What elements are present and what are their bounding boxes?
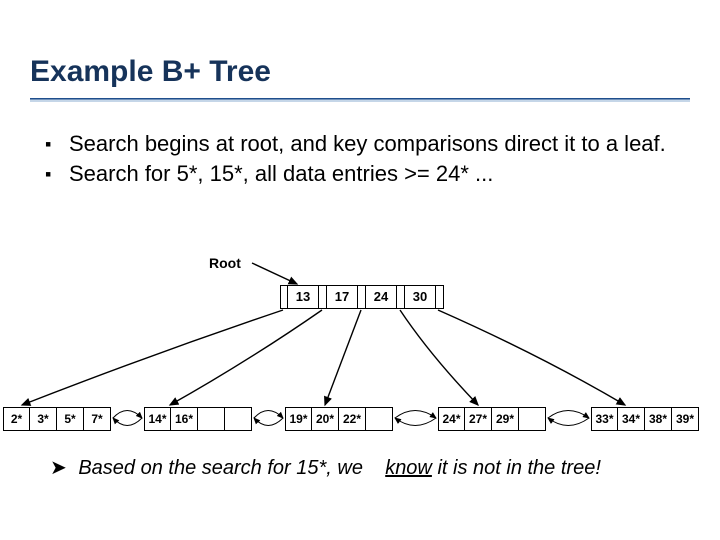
footnote-text-prefix: Based on the search for 15*, we — [78, 457, 368, 479]
leaf-cell: 19* — [285, 407, 312, 431]
leaf-cell: 39* — [672, 407, 699, 431]
bullet-marker-icon: ▪ — [45, 160, 69, 188]
slide-title: Example B+ Tree — [30, 55, 271, 89]
leaf-cell: 34* — [618, 407, 645, 431]
pointer-cell — [358, 285, 366, 309]
bplus-tree-diagram: Root 13 17 — [0, 255, 720, 455]
key-cell: 13 — [288, 285, 319, 309]
leaf-cell: 2* — [3, 407, 30, 431]
leaf-node: 2* 3* 5* 7* — [3, 407, 111, 431]
title-underline — [30, 98, 690, 102]
pointer-cell — [319, 285, 327, 309]
leaf-cell: 38* — [645, 407, 672, 431]
leaf-node: 24* 27* 29* — [438, 407, 546, 431]
bullet-item: ▪ Search begins at root, and key compari… — [45, 130, 685, 158]
key-cell: 30 — [405, 285, 436, 309]
leaf-cell: 14* — [144, 407, 171, 431]
leaf-cell: 7* — [84, 407, 111, 431]
leaf-node: 33* 34* 38* 39* — [591, 407, 699, 431]
bullet-list: ▪ Search begins at root, and key compari… — [45, 130, 685, 190]
leaf-cell: 24* — [438, 407, 465, 431]
key-cell: 24 — [366, 285, 397, 309]
footnote-text-suffix: it is not in the tree! — [437, 457, 600, 479]
leaf-node: 19* 20* 22* — [285, 407, 393, 431]
leaf-cell: 5* — [57, 407, 84, 431]
chevron-right-icon: ➤ — [50, 457, 67, 479]
bullet-text: Search for 5*, 15*, all data entries >= … — [69, 160, 685, 188]
bullet-item: ▪ Search for 5*, 15*, all data entries >… — [45, 160, 685, 188]
bullet-marker-icon: ▪ — [45, 130, 69, 158]
leaf-cell — [366, 407, 393, 431]
leaf-cell: 33* — [591, 407, 618, 431]
leaf-cell: 27* — [465, 407, 492, 431]
leaf-cell: 16* — [171, 407, 198, 431]
pointer-cell — [280, 285, 288, 309]
leaf-node: 14* 16* — [144, 407, 252, 431]
leaf-cell: 20* — [312, 407, 339, 431]
leaf-cell — [225, 407, 252, 431]
leaf-cell — [519, 407, 546, 431]
leaf-cell: 3* — [30, 407, 57, 431]
leaf-cell: 22* — [339, 407, 366, 431]
bullet-text: Search begins at root, and key compariso… — [69, 130, 685, 158]
pointer-cell — [436, 285, 444, 309]
leaf-cell: 29* — [492, 407, 519, 431]
internal-node: 13 17 24 30 — [280, 285, 444, 309]
leaf-cell — [198, 407, 225, 431]
footnote: ➤ Based on the search for 15*, we know i… — [50, 455, 690, 480]
pointer-cell — [397, 285, 405, 309]
key-cell: 17 — [327, 285, 358, 309]
slide: Example B+ Tree ▪ Search begins at root,… — [0, 0, 720, 540]
root-label: Root — [209, 255, 241, 271]
footnote-text-underlined: know — [385, 457, 432, 479]
